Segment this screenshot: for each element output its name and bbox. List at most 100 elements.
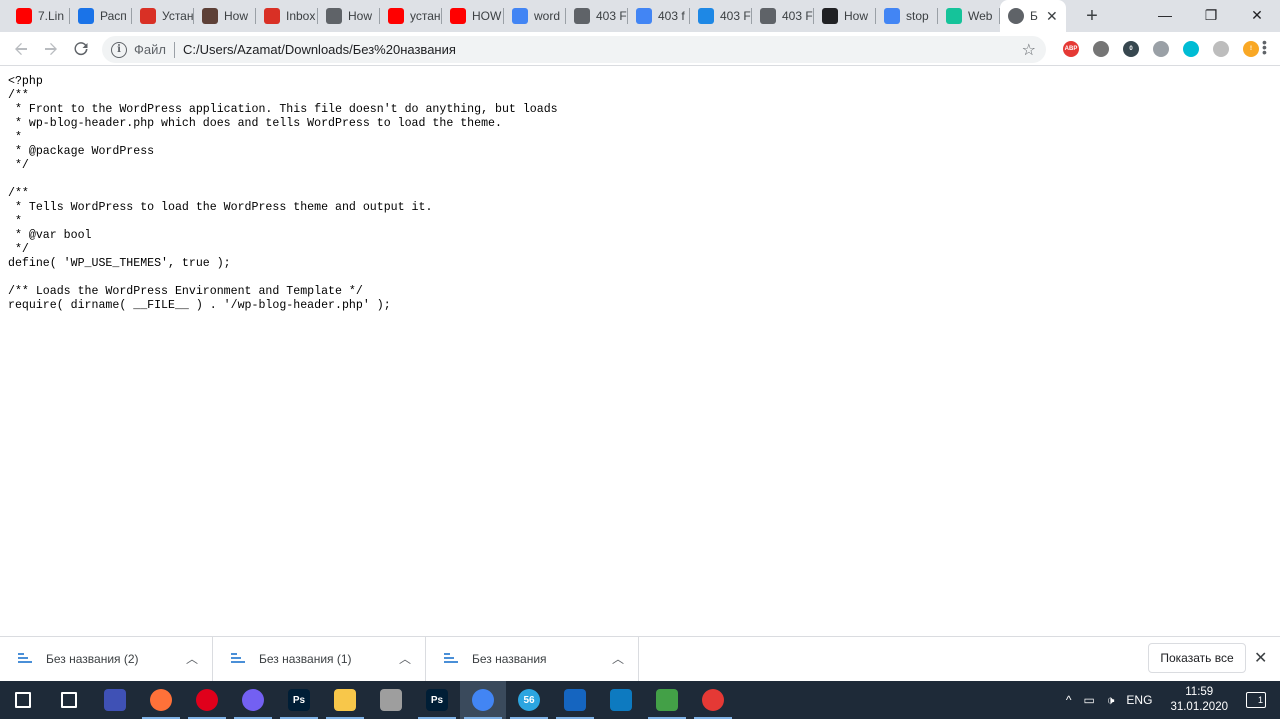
- reload-icon: [74, 41, 88, 55]
- show-all-downloads-button[interactable]: Показать все: [1148, 643, 1246, 673]
- extension-button[interactable]: ABP: [1056, 38, 1086, 60]
- extension-button[interactable]: 0: [1116, 38, 1146, 60]
- minimize-button[interactable]: —: [1142, 0, 1188, 30]
- browser-tab[interactable]: stop: [876, 0, 938, 32]
- firefox-taskbar-button[interactable]: [138, 681, 184, 719]
- tab-title: 7.Lin: [38, 9, 65, 23]
- browser-tab[interactable]: 403 F: [566, 0, 628, 32]
- extension-button[interactable]: [1206, 38, 1236, 60]
- scheme-label: Файл: [134, 42, 166, 57]
- bookmark-star-icon[interactable]: ☆: [1022, 40, 1036, 60]
- file-icon: [231, 652, 245, 666]
- save-disk-taskbar-button[interactable]: [92, 681, 138, 719]
- browser-tab[interactable]: 7.Lin: [8, 0, 70, 32]
- maximize-button[interactable]: ❐: [1188, 0, 1234, 30]
- tab-title: Расп: [100, 9, 127, 23]
- active-tab[interactable]: Б ✕: [1000, 0, 1066, 32]
- php-source-text: <?php /** * Front to the WordPress appli…: [8, 75, 558, 312]
- tab-title: Б: [1030, 9, 1038, 23]
- viber-taskbar-button[interactable]: [230, 681, 276, 719]
- new-tab-button[interactable]: +: [1078, 2, 1106, 30]
- close-window-button[interactable]: ✕: [1234, 0, 1280, 30]
- address-bar[interactable]: i Файл C:/Users/Azamat/Downloads/Без%20н…: [102, 36, 1046, 63]
- youtube-icon: [450, 8, 466, 24]
- browser-tab[interactable]: How: [318, 0, 380, 32]
- save-disk-icon: [104, 689, 126, 711]
- info-icon[interactable]: i: [111, 41, 127, 58]
- battery-icon[interactable]: ▭: [1084, 693, 1095, 707]
- virtualbox-taskbar-button[interactable]: [598, 681, 644, 719]
- photoshop-taskbar-button[interactable]: Ps: [276, 681, 322, 719]
- reload-button[interactable]: [66, 34, 96, 64]
- telegram-icon: 56: [518, 689, 540, 711]
- address-separator: [173, 41, 175, 58]
- download-item[interactable]: Без названия ︿: [426, 636, 639, 682]
- windows-start-taskbar-button[interactable]: [0, 681, 46, 719]
- tray-chevron-icon[interactable]: ^: [1066, 693, 1072, 707]
- browser-tab[interactable]: Web: [938, 0, 1000, 32]
- download-name: Без названия: [472, 652, 547, 666]
- back-button[interactable]: [6, 34, 36, 64]
- file-icon: [18, 652, 32, 666]
- close-download-shelf-button[interactable]: ✕: [1254, 648, 1267, 668]
- tab-title: Web: [968, 9, 993, 23]
- vps-icon: [78, 8, 94, 24]
- tab-title: Inbox: [286, 9, 316, 23]
- tab-title: word: [534, 9, 561, 23]
- opera-icon: [196, 689, 218, 711]
- gmail-icon: [264, 8, 280, 24]
- browser-menu-icon[interactable]: • • •: [1262, 35, 1267, 59]
- tab-title: 403 f: [658, 9, 685, 23]
- extension-button[interactable]: [1086, 38, 1116, 60]
- browser-tab[interactable]: Устан: [132, 0, 194, 32]
- browser-tab[interactable]: Расп: [70, 0, 132, 32]
- task-view-icon: [61, 692, 77, 708]
- url-text[interactable]: C:/Users/Azamat/Downloads/Без%20названия: [183, 42, 456, 57]
- network-icon: [564, 689, 586, 711]
- extension-button[interactable]: [1146, 38, 1176, 60]
- tab-title: How: [348, 9, 373, 23]
- download-item[interactable]: Без названия (2) ︿: [0, 636, 213, 682]
- telegram-taskbar-button[interactable]: 56: [506, 681, 552, 719]
- presentation-icon: [140, 8, 156, 24]
- browser-tab[interactable]: HOW: [442, 0, 504, 32]
- browser-tab[interactable]: Inbox: [256, 0, 318, 32]
- chevron-up-icon[interactable]: ︿: [186, 650, 198, 667]
- paint-taskbar-button[interactable]: [368, 681, 414, 719]
- chrome-taskbar-button[interactable]: [460, 681, 506, 719]
- task-view-taskbar-button[interactable]: [46, 681, 92, 719]
- browser-tab[interactable]: 403 F: [690, 0, 752, 32]
- google-icon: [884, 8, 900, 24]
- alert-icon: !: [1243, 41, 1259, 57]
- download-shelf: Без названия (2) ︿ Без названия (1) ︿ Без на…: [0, 636, 1280, 682]
- notification-center-icon[interactable]: 1: [1246, 692, 1266, 708]
- chevron-up-icon[interactable]: ︿: [612, 650, 624, 667]
- browser-tab[interactable]: 403 f: [628, 0, 690, 32]
- notepad-taskbar-button[interactable]: [644, 681, 690, 719]
- close-tab-icon[interactable]: ✕: [1046, 8, 1058, 25]
- google-icon: [636, 8, 652, 24]
- browser-tab[interactable]: word: [504, 0, 566, 32]
- language-indicator[interactable]: ENG: [1126, 693, 1152, 707]
- extension-badge-icon: 0: [1123, 41, 1139, 57]
- folder-icon: [334, 689, 356, 711]
- network-taskbar-button[interactable]: [552, 681, 598, 719]
- photoshop-taskbar-button[interactable]: Ps: [414, 681, 460, 719]
- browser-tab[interactable]: How: [814, 0, 876, 32]
- download-item[interactable]: Без названия (1) ︿: [213, 636, 426, 682]
- globe-icon: [326, 8, 342, 24]
- forward-button[interactable]: [36, 34, 66, 64]
- browser-tab[interactable]: How: [194, 0, 256, 32]
- browser-tab[interactable]: 403 F: [752, 0, 814, 32]
- hex-icon: [822, 8, 838, 24]
- tab-title: 403 F: [782, 9, 813, 23]
- clock[interactable]: 11:59 31.01.2020: [1170, 685, 1228, 715]
- browser-tab[interactable]: устан: [380, 0, 442, 32]
- viber-icon: [242, 689, 264, 711]
- folder-taskbar-button[interactable]: [322, 681, 368, 719]
- opera-taskbar-button[interactable]: [184, 681, 230, 719]
- record-taskbar-button[interactable]: [690, 681, 736, 719]
- extension-button[interactable]: [1176, 38, 1206, 60]
- chevron-up-icon[interactable]: ︿: [399, 650, 411, 667]
- volume-icon[interactable]: 🕩: [1107, 693, 1115, 708]
